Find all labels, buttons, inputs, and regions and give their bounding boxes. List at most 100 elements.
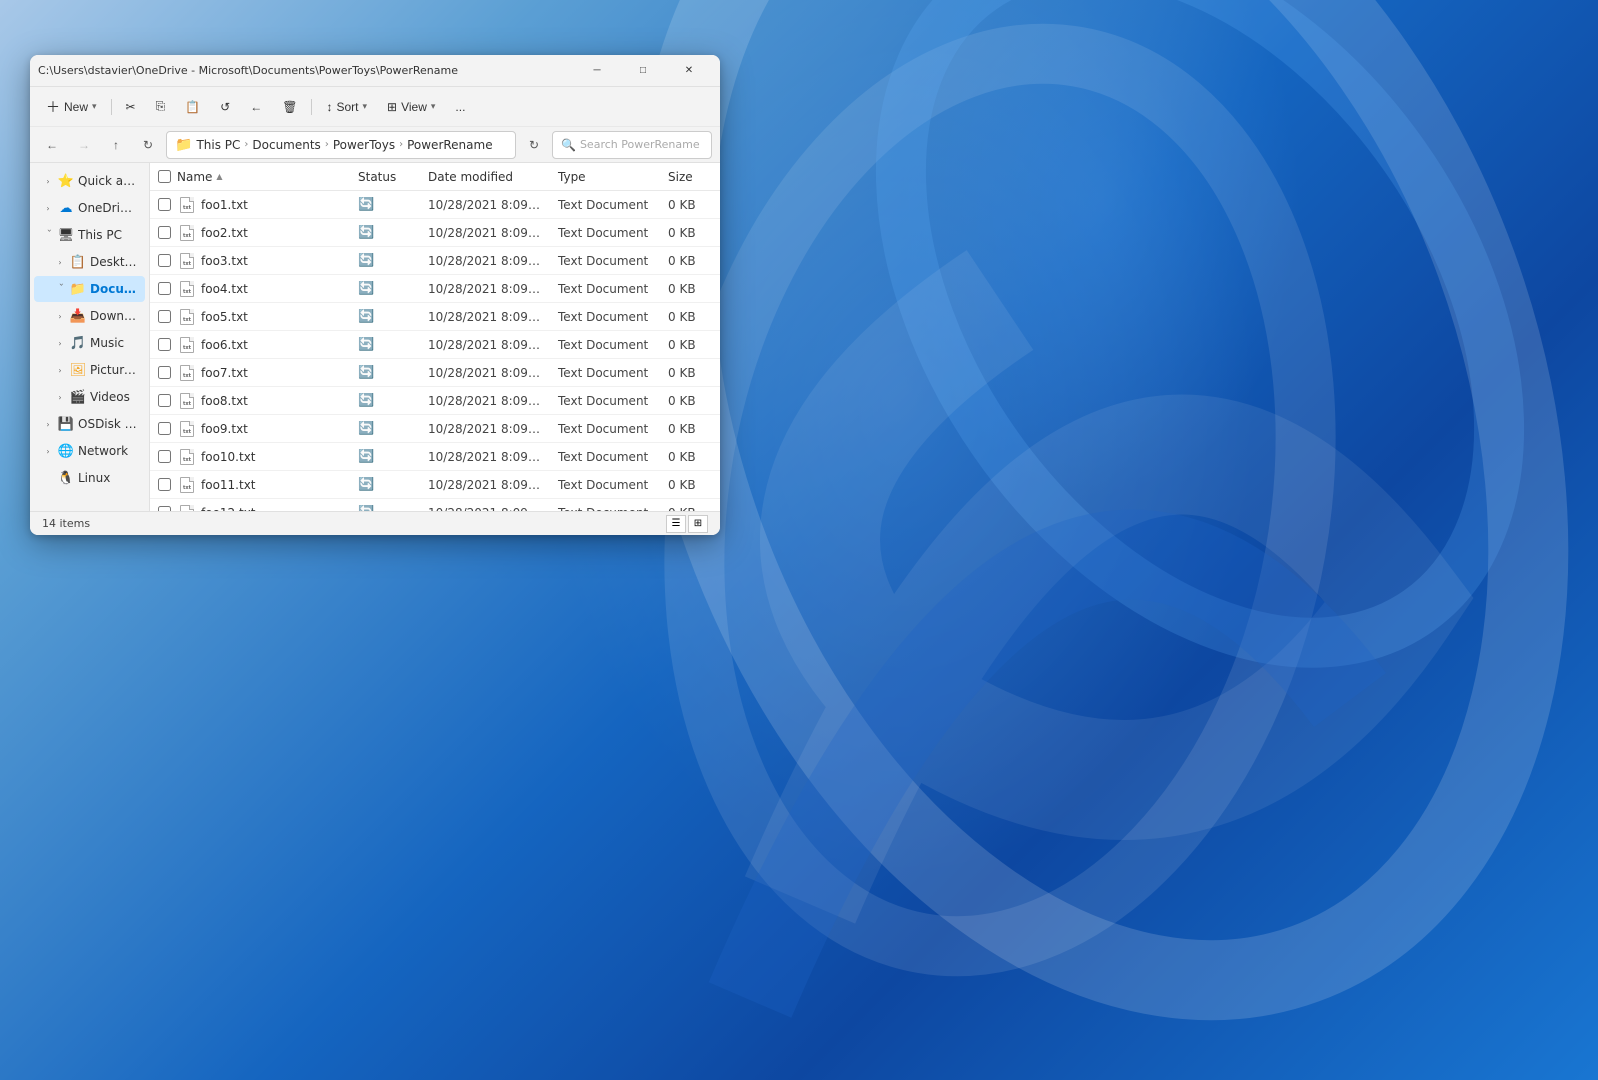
cut-button[interactable]: ✂ xyxy=(118,93,144,121)
paste-button[interactable]: 📋 xyxy=(177,93,208,121)
file-checkbox[interactable] xyxy=(158,478,171,491)
file-status: 🔄 xyxy=(350,225,420,240)
table-row[interactable]: txt foo10.txt 🔄 10/28/2021 8:09 AM Text … xyxy=(150,443,720,471)
copy-button[interactable]: ⎘ xyxy=(148,93,174,121)
file-icon: txt xyxy=(179,449,195,465)
sidebar-item-onedrive[interactable]: › ☁ OneDrive - Micro xyxy=(34,195,145,221)
table-row[interactable]: txt foo6.txt 🔄 10/28/2021 8:09 AM Text D… xyxy=(150,331,720,359)
table-row[interactable]: txt foo7.txt 🔄 10/28/2021 8:09 AM Text D… xyxy=(150,359,720,387)
file-rows-container: txt foo1.txt 🔄 10/28/2021 8:09 AM Text D… xyxy=(150,191,720,511)
file-icon: txt xyxy=(179,281,195,297)
details-view-button[interactable]: ⊞ xyxy=(688,515,708,533)
header-name[interactable]: Name ▲ xyxy=(150,163,350,190)
search-box[interactable]: 🔍 Search PowerRename xyxy=(552,131,712,159)
nav-refresh-button[interactable]: ↻ xyxy=(134,131,162,159)
sidebar-item-music[interactable]: › 🎵 Music xyxy=(34,330,145,356)
file-checkbox[interactable] xyxy=(158,394,171,407)
delete-button[interactable]: 🗑 xyxy=(274,93,305,121)
sidebar-item-downloads[interactable]: › 📥 Downloads xyxy=(34,303,145,329)
path-this-pc[interactable]: This PC xyxy=(196,138,240,152)
file-checkbox[interactable] xyxy=(158,366,171,379)
txt-file-icon: txt xyxy=(180,281,194,297)
minimize-button[interactable]: ─ xyxy=(574,55,620,87)
new-button[interactable]: ＋ New ▾ xyxy=(38,93,105,121)
path-powertoys[interactable]: PowerToys xyxy=(333,138,395,152)
sort-button[interactable]: ↕ Sort ▾ xyxy=(318,93,375,121)
path-powerrename[interactable]: PowerRename xyxy=(407,138,493,152)
file-icon: txt xyxy=(179,421,195,437)
view-button[interactable]: ⊞ View ▾ xyxy=(379,93,443,121)
osdisk-icon: 💾 xyxy=(58,416,74,432)
explorer-window: C:\Users\dstavier\OneDrive - Microsoft\D… xyxy=(30,55,720,535)
file-type: Text Document xyxy=(550,478,660,492)
address-path[interactable]: 📁 This PC › Documents › PowerToys › Powe… xyxy=(166,131,516,159)
file-icon: txt xyxy=(179,197,195,213)
sidebar-item-quick-access[interactable]: › ⭐ Quick access xyxy=(34,168,145,194)
table-row[interactable]: txt foo11.txt 🔄 10/28/2021 8:09 AM Text … xyxy=(150,471,720,499)
file-type: Text Document xyxy=(550,310,660,324)
header-type-label: Type xyxy=(558,170,586,184)
view-chevron-icon: ▾ xyxy=(431,101,436,112)
address-bar: ← → ↑ ↻ 📁 This PC › Documents › PowerToy… xyxy=(30,127,720,163)
file-checkbox[interactable] xyxy=(158,310,171,323)
file-status: 🔄 xyxy=(350,281,420,296)
refresh-button[interactable]: ↺ xyxy=(212,93,238,121)
path-documents[interactable]: Documents xyxy=(252,138,320,152)
txt-file-icon: txt xyxy=(180,225,194,241)
file-icon: txt xyxy=(179,337,195,353)
copy-icon: ⎘ xyxy=(156,99,166,114)
table-row[interactable]: txt foo8.txt 🔄 10/28/2021 8:09 AM Text D… xyxy=(150,387,720,415)
address-refresh-button[interactable]: ↻ xyxy=(520,131,548,159)
file-checkbox[interactable] xyxy=(158,226,171,239)
sidebar-item-documents[interactable]: › 📁 Documents xyxy=(34,276,145,302)
close-button[interactable]: ✕ xyxy=(666,55,712,87)
header-date[interactable]: Date modified xyxy=(420,163,550,190)
more-button[interactable]: ... xyxy=(447,93,473,121)
sidebar-item-network[interactable]: › 🌐 Network xyxy=(34,438,145,464)
table-row[interactable]: txt foo3.txt 🔄 10/28/2021 8:09 AM Text D… xyxy=(150,247,720,275)
view-label: View xyxy=(401,100,427,114)
header-status[interactable]: Status xyxy=(350,163,420,190)
maximize-button[interactable]: □ xyxy=(620,55,666,87)
back-button[interactable]: ← xyxy=(38,131,66,159)
table-row[interactable]: txt foo4.txt 🔄 10/28/2021 8:09 AM Text D… xyxy=(150,275,720,303)
path-folder-icon: 📁 xyxy=(175,137,192,153)
file-checkbox[interactable] xyxy=(158,254,171,267)
file-name: foo9.txt xyxy=(201,422,248,436)
select-all-checkbox[interactable] xyxy=(158,170,171,183)
table-row[interactable]: txt foo9.txt 🔄 10/28/2021 8:09 AM Text D… xyxy=(150,415,720,443)
sidebar-item-osdisk[interactable]: › 💾 OSDisk (C:) xyxy=(34,411,145,437)
search-icon: 🔍 xyxy=(561,138,576,152)
list-view-button[interactable]: ☰ xyxy=(666,515,686,533)
file-size: 0 KB xyxy=(660,366,720,380)
new-icon: ＋ xyxy=(46,97,60,117)
file-date: 10/28/2021 8:09 AM xyxy=(420,366,550,380)
up-button[interactable]: ↑ xyxy=(102,131,130,159)
file-status: 🔄 xyxy=(350,309,420,324)
sidebar-item-this-pc[interactable]: › 🖥 This PC xyxy=(34,222,145,248)
expand-icon: › xyxy=(54,310,66,322)
file-icon: txt xyxy=(179,309,195,325)
sidebar-item-pictures[interactable]: › 🖼 Pictures xyxy=(34,357,145,383)
file-checkbox[interactable] xyxy=(158,198,171,211)
sidebar-item-desktop[interactable]: › 📋 Desktop xyxy=(34,249,145,275)
back-nav-button[interactable]: ← xyxy=(242,93,270,121)
file-checkbox[interactable] xyxy=(158,338,171,351)
header-size[interactable]: Size xyxy=(660,163,720,190)
table-row[interactable]: txt foo1.txt 🔄 10/28/2021 8:09 AM Text D… xyxy=(150,191,720,219)
sidebar-label: Desktop xyxy=(90,255,137,269)
table-row[interactable]: txt foo2.txt 🔄 10/28/2021 8:09 AM Text D… xyxy=(150,219,720,247)
table-row[interactable]: txt foo5.txt 🔄 10/28/2021 8:09 AM Text D… xyxy=(150,303,720,331)
sidebar-item-linux[interactable]: 🐧 Linux xyxy=(34,465,145,491)
sidebar-item-videos[interactable]: › 🎬 Videos xyxy=(34,384,145,410)
forward-button[interactable]: → xyxy=(70,131,98,159)
file-checkbox[interactable] xyxy=(158,450,171,463)
sidebar-label: Documents xyxy=(90,282,137,296)
videos-icon: 🎬 xyxy=(70,389,86,405)
file-checkbox[interactable] xyxy=(158,422,171,435)
header-type[interactable]: Type xyxy=(550,163,660,190)
downloads-icon: 📥 xyxy=(70,308,86,324)
file-date: 10/28/2021 8:09 AM xyxy=(420,226,550,240)
table-row[interactable]: txt foo12.txt 🔄 10/28/2021 8:09 AM Text … xyxy=(150,499,720,511)
file-checkbox[interactable] xyxy=(158,282,171,295)
